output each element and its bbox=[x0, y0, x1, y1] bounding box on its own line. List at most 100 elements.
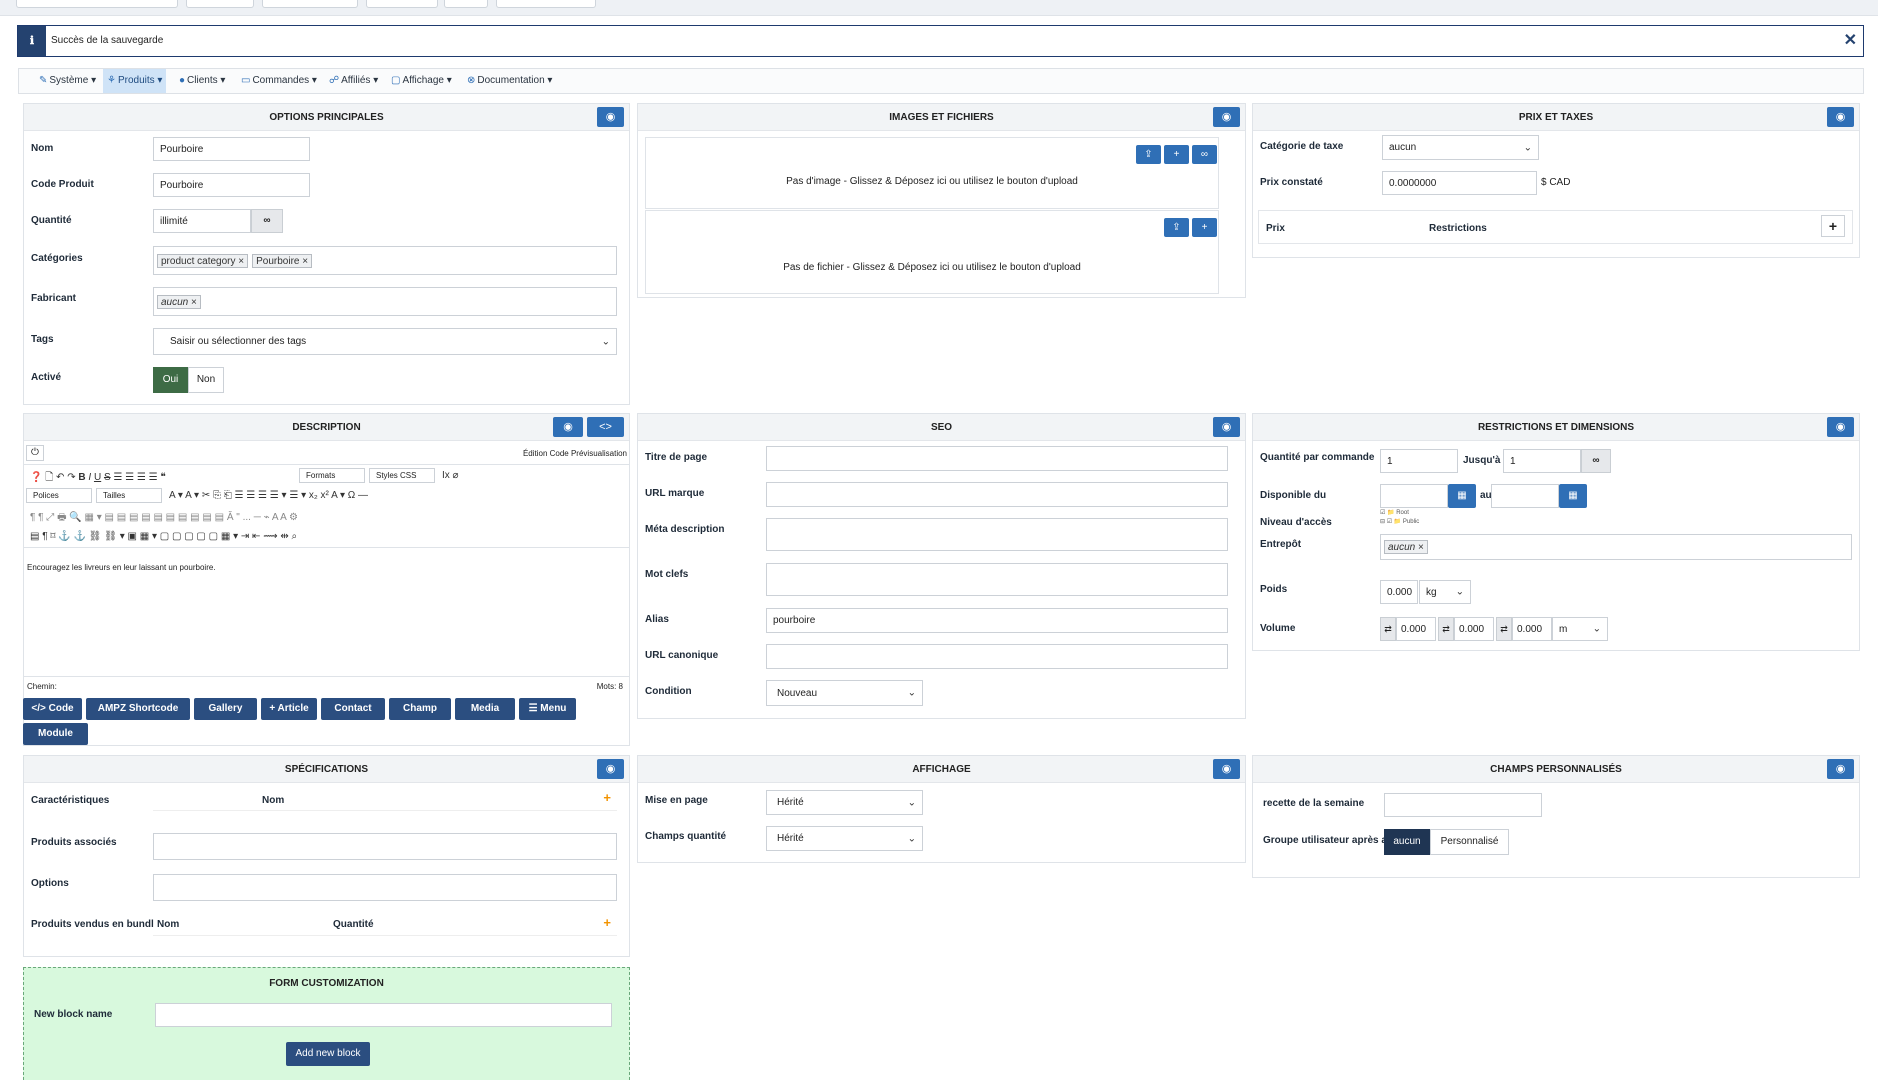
close-icon[interactable]: ✕ bbox=[1844, 30, 1857, 50]
category-tag[interactable]: product category × bbox=[157, 253, 249, 268]
toolbar-row-4[interactable]: ▤ ¶ ⌑ ⚓ ⚓ ⛓ ⛓ ▾ ▣ ▦ ▾ ▢ ▢ ▢ ▢ ▢ ▦ ▾ ⇥ ⇤ … bbox=[30, 531, 297, 542]
article-button[interactable]: + Article bbox=[261, 698, 317, 720]
eye-icon[interactable]: ◉ bbox=[1213, 107, 1240, 127]
eye-icon[interactable]: ◉ bbox=[1213, 759, 1240, 779]
perso-toggle[interactable]: Personnalisé bbox=[1430, 829, 1509, 855]
access-root[interactable]: ☑ 📁 Root bbox=[1380, 509, 1419, 516]
taxcat-select[interactable]: aucun ⌄ bbox=[1382, 135, 1539, 160]
recette-input[interactable] bbox=[1384, 793, 1542, 817]
code-icon[interactable]: <> bbox=[587, 417, 624, 437]
menu-affilies[interactable]: ☍ Affiliés ▾ bbox=[325, 69, 382, 93]
editor-content[interactable]: Encouragez les livreurs en leur laissant… bbox=[27, 563, 216, 572]
top-field-5[interactable] bbox=[444, 0, 488, 8]
titre-page-input[interactable] bbox=[766, 446, 1228, 471]
new-block-input[interactable] bbox=[155, 1003, 612, 1027]
contact-button[interactable]: Contact bbox=[321, 698, 385, 720]
infinity-button[interactable]: ∞ bbox=[1581, 449, 1611, 473]
menu-produits[interactable]: ⚘ Produits ▾ bbox=[103, 69, 167, 93]
entrepot-tag[interactable]: aucun × bbox=[1384, 540, 1428, 554]
add-icon[interactable]: + bbox=[603, 790, 611, 805]
top-field-3[interactable] bbox=[262, 0, 358, 8]
eye-icon[interactable]: ◉ bbox=[553, 417, 583, 437]
options-field[interactable] bbox=[153, 874, 617, 901]
code-button[interactable]: </> Code bbox=[23, 698, 82, 720]
volume-y-input[interactable]: 0.000 bbox=[1454, 617, 1494, 641]
dispo-to-input[interactable] bbox=[1491, 484, 1559, 508]
menu-button[interactable]: ☰ Menu bbox=[519, 698, 576, 720]
dispo-from-input[interactable] bbox=[1380, 484, 1448, 508]
polices-select[interactable]: Polices bbox=[26, 488, 92, 503]
oui-toggle[interactable]: Oui bbox=[153, 367, 188, 393]
top-field-1[interactable] bbox=[16, 0, 178, 8]
toolbar-row-1[interactable]: ❓ 🗋 ↶ ↷ B I U S ☰ ☰ ☰ ☰ ❝ bbox=[30, 470, 166, 487]
add-icon[interactable]: + bbox=[1164, 145, 1189, 164]
image-dropzone[interactable]: ⇪ + ∞ Pas d'image - Glissez & Déposez ic… bbox=[645, 137, 1219, 209]
non-toggle[interactable]: Non bbox=[188, 367, 224, 393]
eye-icon[interactable]: ◉ bbox=[597, 107, 624, 127]
nom-input[interactable]: Pourboire bbox=[153, 137, 310, 161]
eye-icon[interactable]: ◉ bbox=[597, 759, 624, 779]
formats-select[interactable]: Formats bbox=[299, 468, 365, 483]
tailles-select[interactable]: Tailles bbox=[96, 488, 162, 503]
menu-affichage[interactable]: ▢ Affichage ▾ bbox=[387, 69, 456, 93]
toolbar-row-3[interactable]: ¶ ¶ ⤢ 🖶 🔍 ▦ ▾ ▤ ▤ ▤ ▤ ▤ ▤ ▤ ▤ ▤ ▤ Ǎ " ..… bbox=[30, 510, 298, 527]
module-button[interactable]: Module bbox=[23, 723, 88, 745]
volume-z-input[interactable]: 0.000 bbox=[1512, 617, 1552, 641]
eye-icon[interactable]: ◉ bbox=[1827, 759, 1854, 779]
toolbar-row-2[interactable]: A ▾ A ▾ ✂ ⎘ ⎗ ☰ ☰ ☰ ☰ ▾ ☰ ▾ x₂ x² A ▾ Ω … bbox=[169, 490, 368, 501]
poids-input[interactable]: 0.000 bbox=[1380, 580, 1418, 604]
link-icon[interactable]: ∞ bbox=[1192, 145, 1217, 164]
url-marque-input[interactable] bbox=[766, 482, 1228, 507]
calendar-icon[interactable]: ▦ bbox=[1559, 484, 1587, 508]
poids-unit-select[interactable]: kg ⌄ bbox=[1419, 580, 1471, 604]
category-tag[interactable]: Pourboire × bbox=[252, 253, 313, 268]
ampz-shortcode-button[interactable]: AMPZ Shortcode bbox=[86, 698, 190, 720]
media-button[interactable]: Media bbox=[455, 698, 515, 720]
aucun-toggle[interactable]: aucun bbox=[1384, 829, 1430, 855]
condition-select[interactable]: Nouveau ⌄ bbox=[766, 680, 923, 706]
top-field-6[interactable] bbox=[496, 0, 596, 8]
mise-select[interactable]: Hérité ⌄ bbox=[766, 790, 923, 815]
menu-commandes[interactable]: ▭ Commandes ▾ bbox=[237, 69, 321, 93]
add-block-button[interactable]: Add new block bbox=[286, 1042, 370, 1066]
champ-button[interactable]: Champ bbox=[389, 698, 451, 720]
upload-icon[interactable]: ⇪ bbox=[1136, 145, 1161, 164]
power-icon[interactable]: ⏻ bbox=[26, 445, 44, 461]
eye-icon[interactable]: ◉ bbox=[1827, 107, 1854, 127]
gallery-button[interactable]: Gallery bbox=[194, 698, 257, 720]
code-input[interactable]: Pourboire bbox=[153, 173, 310, 197]
volume-x-input[interactable]: 0.000 bbox=[1396, 617, 1436, 641]
eye-icon[interactable]: ◉ bbox=[1827, 417, 1854, 437]
entrepot-field[interactable]: aucun × bbox=[1380, 534, 1852, 560]
styles-select[interactable]: Styles CSS bbox=[369, 468, 435, 483]
add-price-button[interactable]: + bbox=[1821, 215, 1845, 237]
upload-icon[interactable]: ⇪ bbox=[1164, 218, 1189, 237]
canon-input[interactable] bbox=[766, 644, 1228, 669]
alias-input[interactable]: pourboire bbox=[766, 608, 1228, 633]
volume-unit-select[interactable]: m ⌄ bbox=[1552, 617, 1608, 641]
access-public[interactable]: ⊟ ☑ 📁 Public bbox=[1380, 518, 1419, 525]
add-icon[interactable]: + bbox=[1192, 218, 1217, 237]
top-field-4[interactable] bbox=[366, 0, 438, 8]
menu-clients[interactable]: ● Clients ▾ bbox=[175, 69, 229, 93]
prix-constate-input[interactable]: 0.0000000 bbox=[1382, 171, 1537, 195]
champs-select[interactable]: Hérité ⌄ bbox=[766, 826, 923, 851]
mots-textarea[interactable] bbox=[766, 563, 1228, 596]
quantite-input[interactable]: illimité bbox=[153, 209, 251, 233]
categories-field[interactable]: product category × Pourboire × bbox=[153, 246, 617, 275]
fabricant-field[interactable]: aucun × bbox=[153, 287, 617, 316]
tags-select[interactable]: Saisir ou sélectionner des tags ⌄ bbox=[153, 328, 617, 355]
meta-textarea[interactable] bbox=[766, 518, 1228, 551]
menu-documentation[interactable]: ⊗ Documentation ▾ bbox=[463, 69, 556, 93]
qpc-from-input[interactable]: 1 bbox=[1380, 449, 1458, 473]
access-tree[interactable]: ☑ 📁 Root ⊟ ☑ 📁 Public bbox=[1380, 509, 1419, 525]
add-icon[interactable]: + bbox=[603, 915, 611, 930]
calendar-icon[interactable]: ▦ bbox=[1448, 484, 1476, 508]
qpc-to-input[interactable]: 1 bbox=[1503, 449, 1581, 473]
eye-icon[interactable]: ◉ bbox=[1213, 417, 1240, 437]
assoc-field[interactable] bbox=[153, 833, 617, 860]
toolbar-row-1b[interactable]: Ix ⌀ bbox=[442, 470, 459, 481]
menu-systeme[interactable]: ✎ Système ▾ bbox=[35, 69, 100, 93]
file-dropzone[interactable]: ⇪ + Pas de fichier - Glissez & Déposez i… bbox=[645, 210, 1219, 294]
top-field-2[interactable] bbox=[186, 0, 254, 8]
